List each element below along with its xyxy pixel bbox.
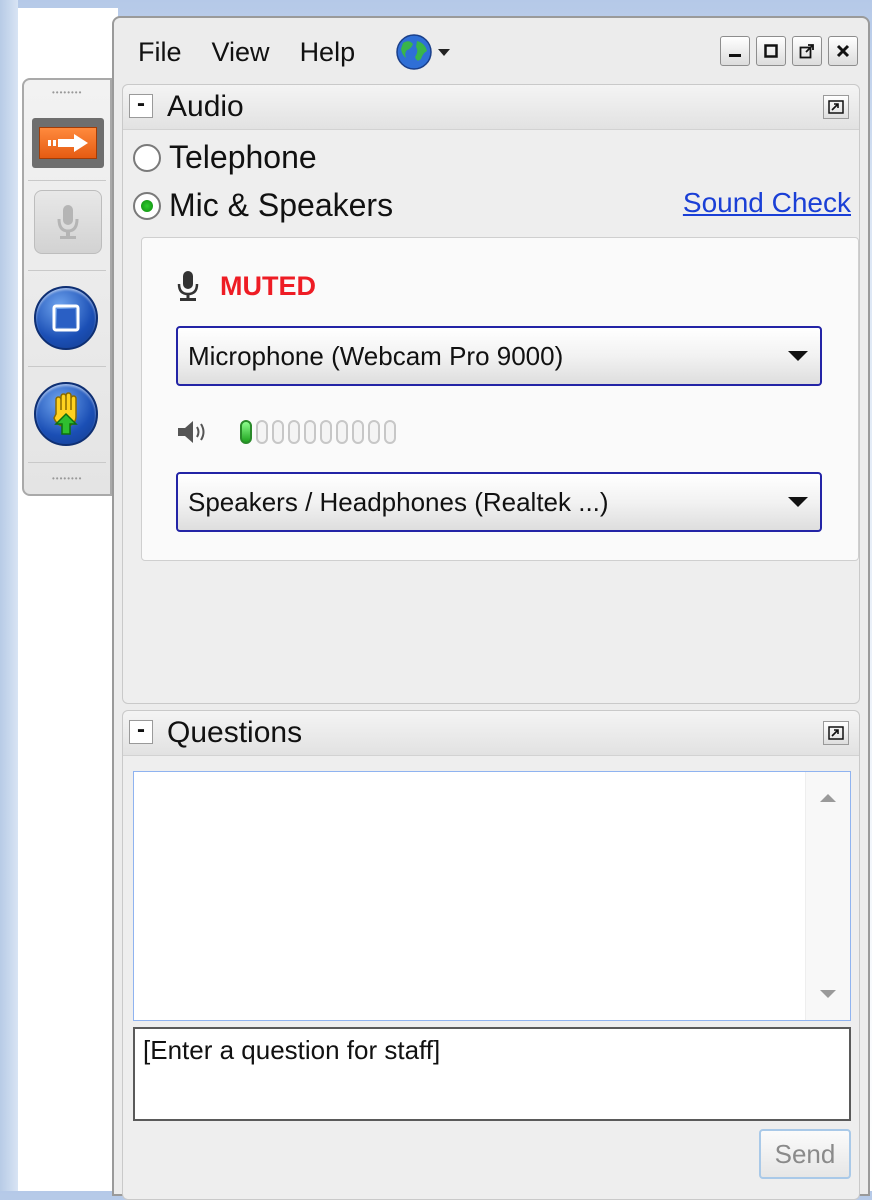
- chevron-down-icon: [788, 351, 808, 361]
- microphone-icon: [57, 205, 79, 239]
- toolbar-separator: [28, 180, 106, 181]
- chevron-down-icon: [788, 497, 808, 507]
- speaker-level-row: [176, 418, 396, 446]
- level-bar: [272, 420, 284, 444]
- chevron-down-icon: [438, 49, 451, 56]
- main-window: File View Help - Audio Telephone Mic & S…: [112, 16, 870, 1200]
- level-bar: [368, 420, 380, 444]
- audio-popout-button[interactable]: [823, 95, 849, 119]
- mic-speakers-option[interactable]: Mic & Speakers: [133, 187, 393, 224]
- microphone-select-value: Microphone (Webcam Pro 9000): [188, 340, 564, 371]
- level-bar: [256, 420, 268, 444]
- mic-status-row: MUTED: [176, 270, 316, 302]
- menu-view[interactable]: View: [212, 37, 270, 68]
- speaker-icon: [178, 421, 205, 443]
- close-button[interactable]: [828, 36, 858, 66]
- telephone-option[interactable]: Telephone: [133, 139, 317, 176]
- show-screen-button[interactable]: [34, 286, 98, 350]
- minus-icon: -: [137, 90, 145, 117]
- minimize-button[interactable]: [720, 36, 750, 66]
- raise-hand-icon: [53, 392, 78, 435]
- level-bar: [320, 420, 332, 444]
- menu-help[interactable]: Help: [300, 37, 356, 68]
- questions-panel-title: Questions: [167, 716, 303, 749]
- audio-panel-header: - Audio: [123, 85, 859, 130]
- questions-collapse-button[interactable]: -: [129, 718, 153, 744]
- audio-panel-title: Audio: [167, 90, 244, 123]
- questions-panel-header: - Questions: [123, 711, 859, 756]
- microphone-select[interactable]: Microphone (Webcam Pro 9000): [176, 326, 822, 386]
- questions-scrollbar[interactable]: [805, 772, 850, 1020]
- questions-log[interactable]: [133, 771, 851, 1021]
- audio-panel: - Audio Telephone Mic & Speakers Sound C…: [122, 84, 860, 704]
- screen-icon: [52, 304, 80, 332]
- speaker-select[interactable]: Speakers / Headphones (Realtek ...): [176, 472, 822, 532]
- minimize-icon: [729, 54, 741, 57]
- toolbar-grip-bottom[interactable]: ••••••••: [52, 476, 82, 482]
- questions-popout-button[interactable]: [823, 721, 849, 745]
- maximize-icon: [764, 44, 778, 58]
- level-bar: [336, 420, 348, 444]
- speaker-select-value: Speakers / Headphones (Realtek ...): [188, 486, 609, 517]
- toolbar-separator: [28, 366, 106, 367]
- popout-icon: [828, 100, 844, 114]
- toggle-panel-button[interactable]: [32, 118, 104, 168]
- audio-device-box: MUTED Microphone (Webcam Pro 9000) Speak…: [141, 237, 859, 561]
- minus-icon: -: [137, 716, 145, 743]
- scroll-up-icon[interactable]: [820, 794, 836, 802]
- mic-speakers-radio[interactable]: [133, 191, 161, 220]
- popout-window-button[interactable]: [792, 36, 822, 66]
- level-bar: [240, 420, 252, 444]
- popout-icon: [828, 726, 844, 740]
- toolbar-separator: [28, 270, 106, 271]
- language-menu[interactable]: [395, 33, 451, 71]
- scroll-down-icon[interactable]: [820, 990, 836, 998]
- audio-collapse-button[interactable]: -: [129, 92, 153, 118]
- menu-bar: File View Help: [138, 32, 451, 72]
- questions-panel: - Questions [Enter a question for staff]…: [122, 710, 860, 1200]
- question-input[interactable]: [Enter a question for staff]: [133, 1027, 851, 1121]
- arrow-right-icon: [39, 127, 97, 159]
- level-bar: [352, 420, 364, 444]
- microphone-toggle-button[interactable]: [34, 190, 102, 254]
- speaker-level-meter: [240, 420, 396, 444]
- window-controls: [720, 36, 858, 66]
- maximize-button[interactable]: [756, 36, 786, 66]
- globe-icon: [396, 34, 432, 70]
- muted-status: MUTED: [220, 270, 316, 301]
- menu-file[interactable]: File: [138, 37, 182, 68]
- telephone-label: Telephone: [169, 139, 317, 175]
- send-button[interactable]: Send: [759, 1129, 851, 1179]
- level-bar: [304, 420, 316, 444]
- telephone-radio[interactable]: [133, 143, 161, 172]
- toolbar-separator: [28, 462, 106, 463]
- level-bar: [384, 420, 396, 444]
- desktop-background: [0, 0, 18, 1191]
- mic-speakers-label: Mic & Speakers: [169, 187, 394, 223]
- close-icon: [836, 44, 850, 58]
- popout-icon: [799, 44, 814, 59]
- microphone-icon: [177, 271, 199, 301]
- sound-check-link[interactable]: Sound Check: [683, 187, 851, 219]
- raise-hand-button[interactable]: [34, 382, 98, 446]
- toolbar-grip-top[interactable]: ••••••••: [52, 90, 82, 96]
- level-bar: [288, 420, 300, 444]
- control-toolbar: •••••••• ••••••••: [22, 78, 112, 496]
